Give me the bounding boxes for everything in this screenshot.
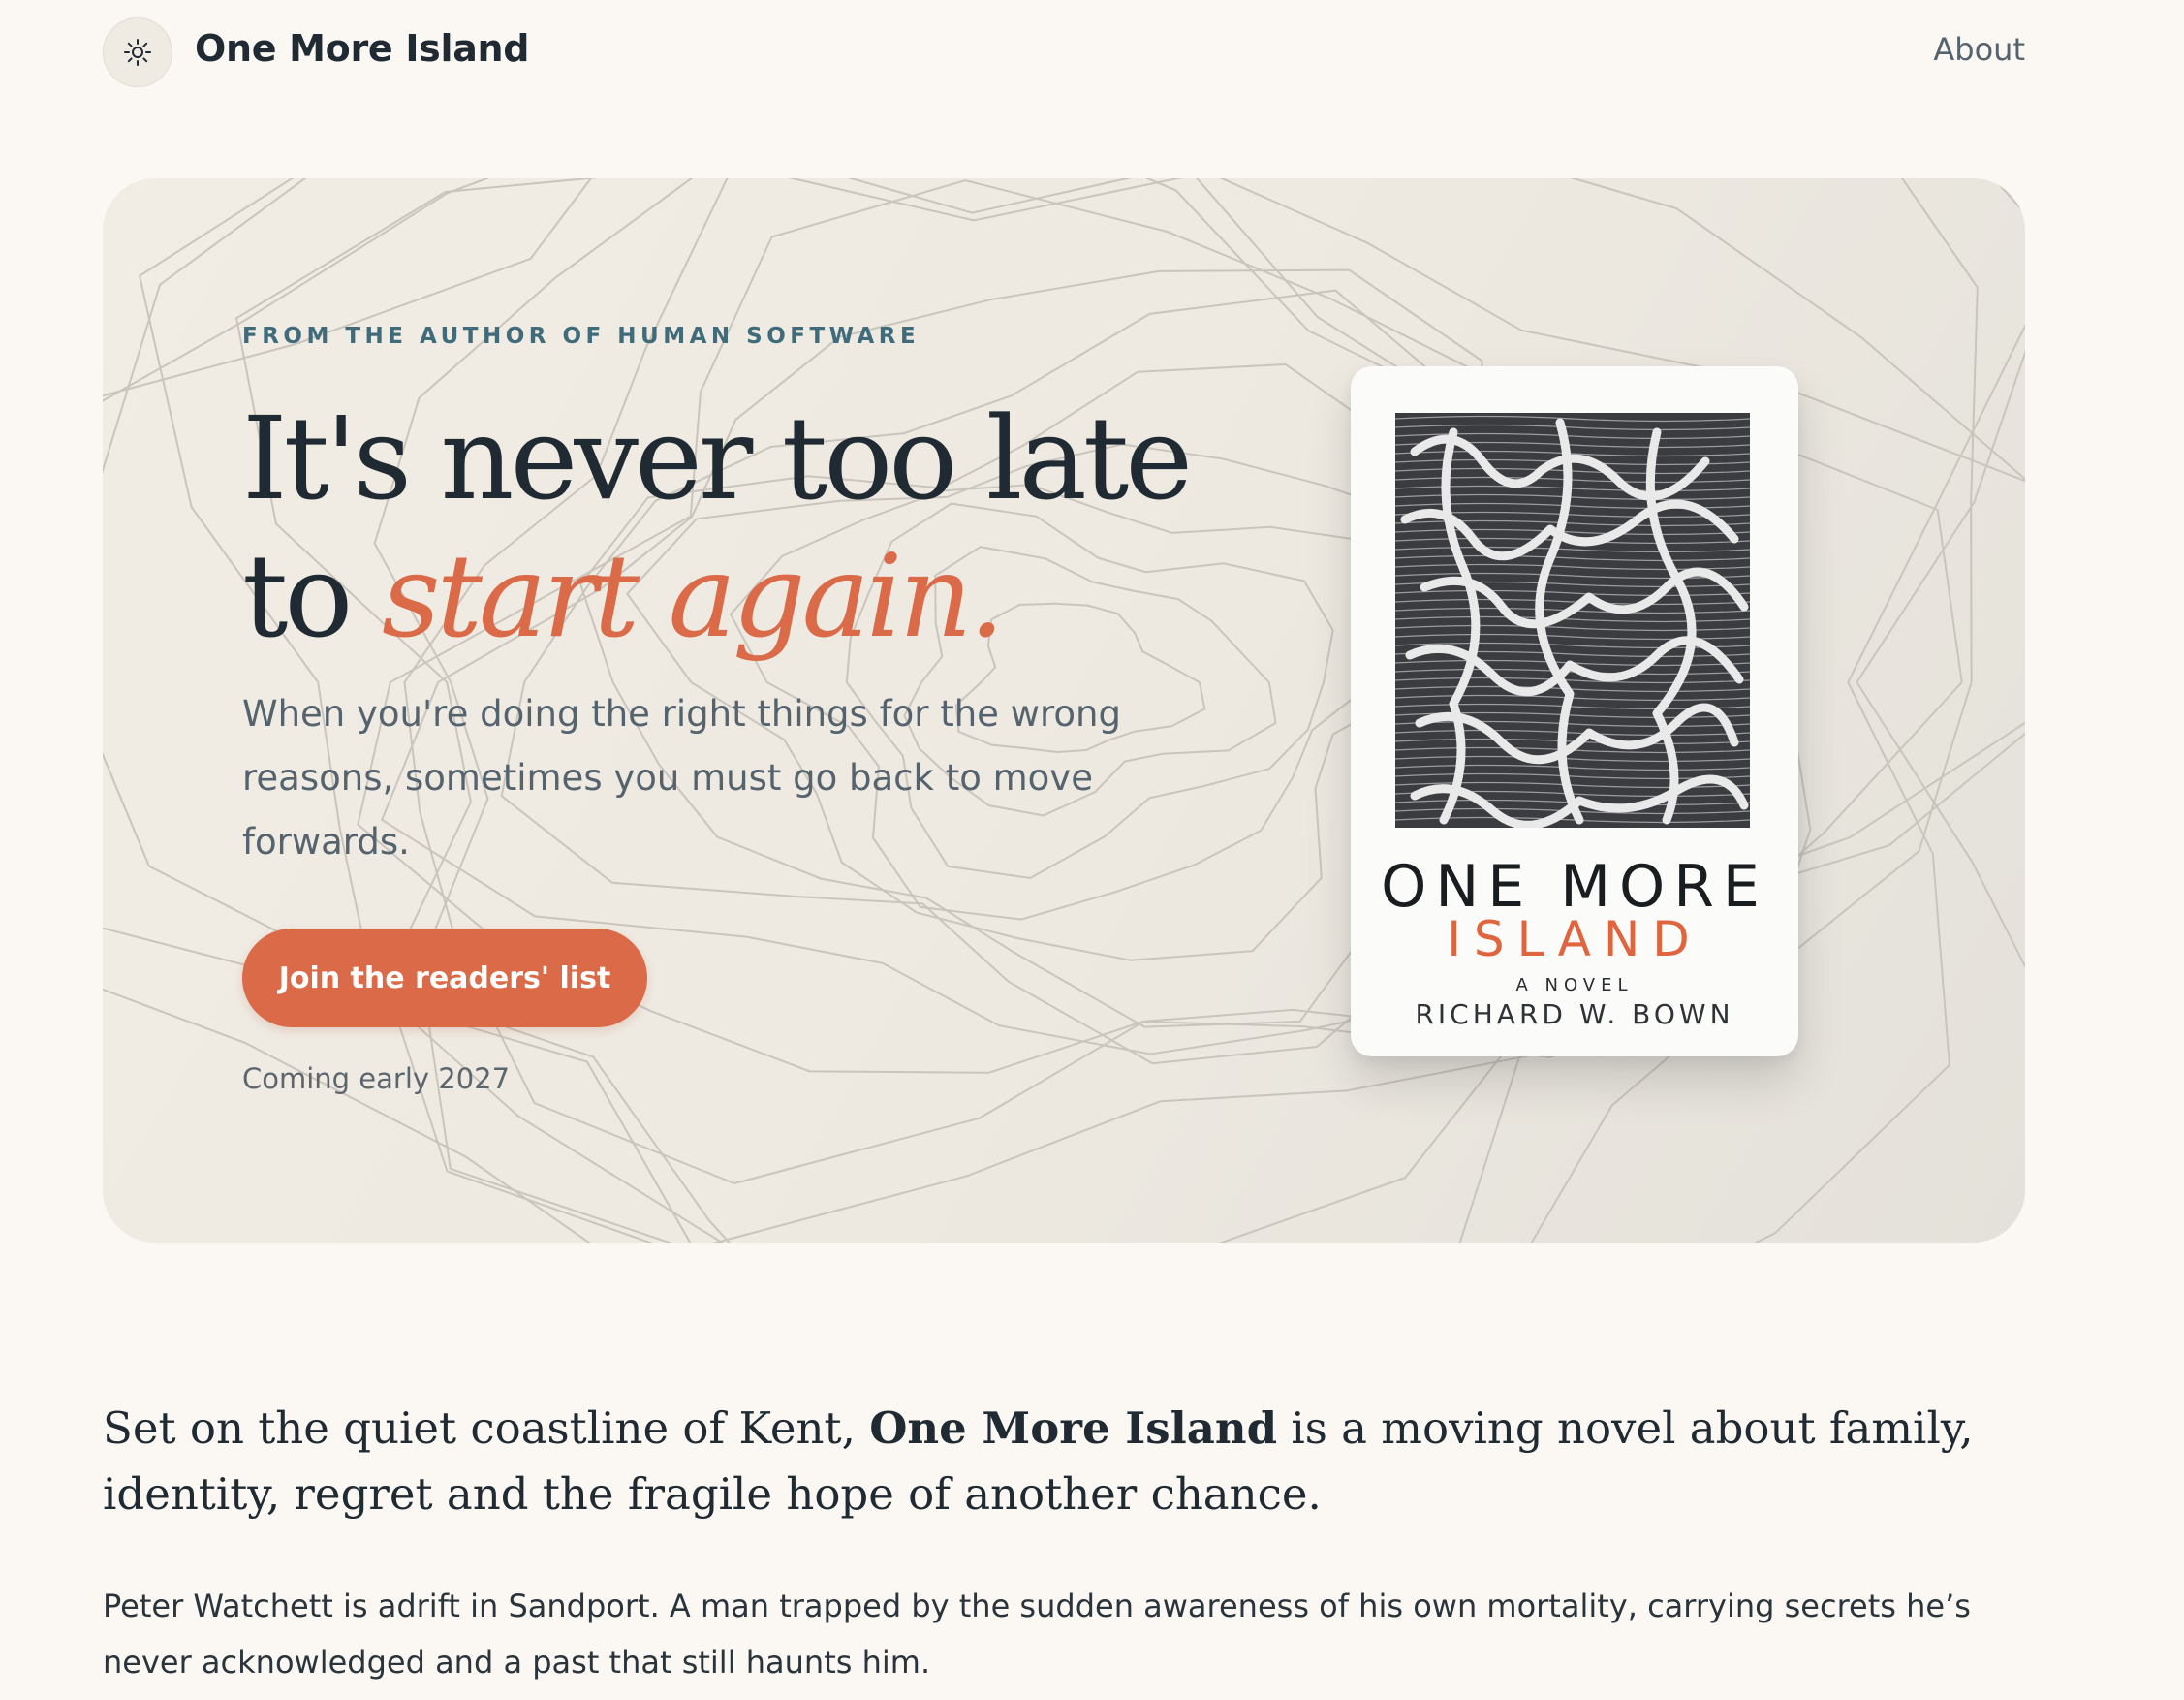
hero-headline: It's never too late to start again. <box>242 390 1211 665</box>
intro-book-title: One More Island <box>869 1402 1278 1454</box>
nav-about-link[interactable]: About <box>1933 31 2025 68</box>
headline-prefix: to <box>242 529 382 663</box>
sun-icon[interactable] <box>103 17 172 87</box>
site-header: One More Island About <box>103 17 2025 87</box>
release-note: Coming early 2027 <box>242 1062 511 1095</box>
site-brand[interactable]: One More Island <box>195 27 530 70</box>
join-readers-list-button[interactable]: Join the readers' list <box>242 929 647 1027</box>
book-cover-artwork <box>1395 413 1750 828</box>
book-title-line-2: ISLAND <box>1447 911 1702 967</box>
hero-eyebrow: FROM THE AUTHOR OF HUMAN SOFTWARE <box>242 324 920 349</box>
synopsis-paragraph: Peter Watchett is adrift in Sandport. A … <box>103 1588 1971 1681</box>
headline-line-1: It's never too late <box>242 392 1193 525</box>
intro-statement: Set on the quiet coastline of Kent, One … <box>103 1396 2002 1527</box>
intro-prefix: Set on the quiet coastline of Kent, <box>103 1402 870 1454</box>
headline-accent: start again. <box>381 529 1005 663</box>
hero-panel: FROM THE AUTHOR OF HUMAN SOFTWARE It's n… <box>103 178 2025 1243</box>
book-subtitle: A NOVEL <box>1515 975 1634 995</box>
book-cover: ONE MORE ISLAND A NOVEL RICHARD W. BOWN <box>1351 366 1798 1056</box>
headline-line-2: to start again. <box>242 527 1211 665</box>
book-author: RICHARD W. BOWN <box>1415 998 1734 1030</box>
hero-lede: When you're doing the right things for t… <box>242 693 1121 863</box>
